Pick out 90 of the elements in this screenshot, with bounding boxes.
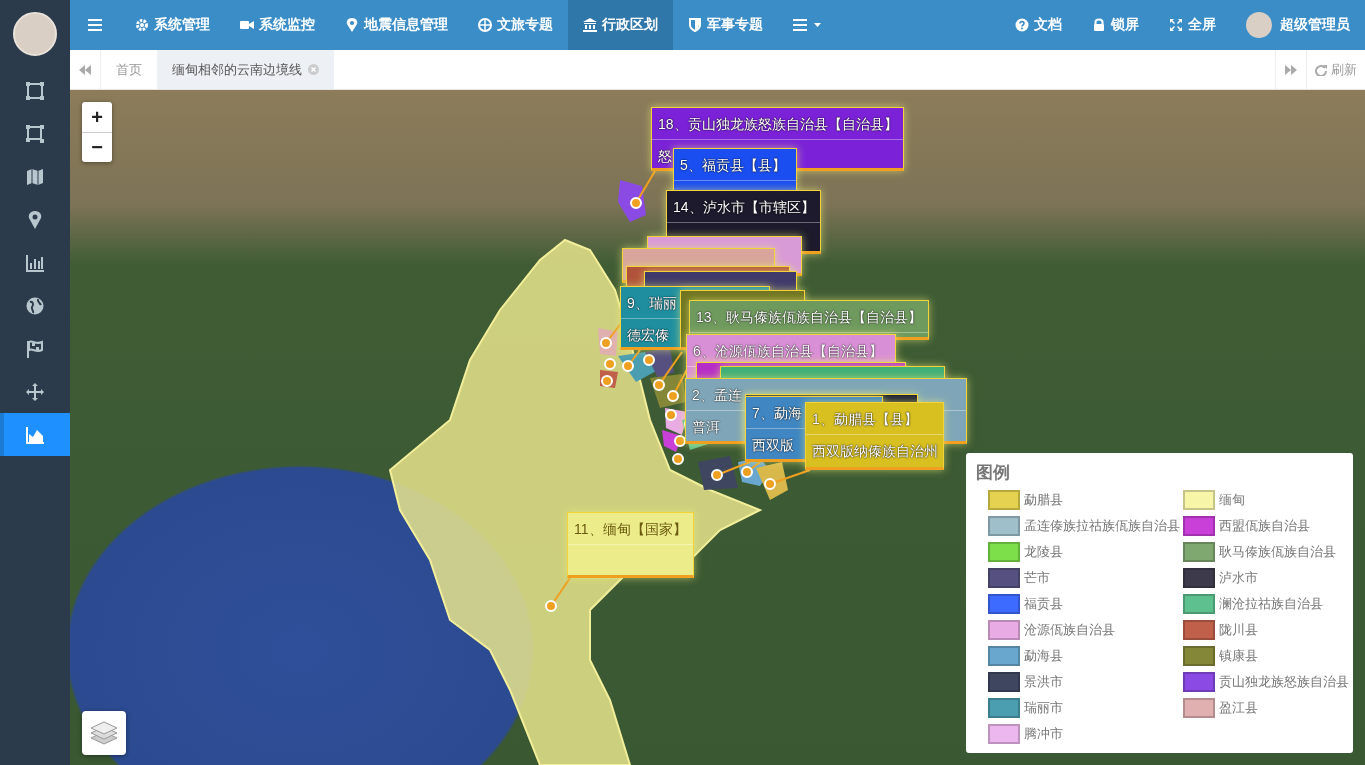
layers-icon	[90, 720, 118, 746]
caret-icon	[814, 23, 821, 27]
globe-icon	[25, 295, 45, 316]
close-icon	[308, 64, 319, 75]
legend-title: 图例	[976, 462, 1011, 484]
header-link[interactable]: 文档	[1000, 0, 1077, 50]
map-marker-icon[interactable]	[600, 337, 612, 349]
popup-subtitle: 普洱	[692, 418, 720, 436]
legend-label: 镇康县	[1219, 647, 1258, 665]
zoom-out-button[interactable]: −	[82, 132, 112, 162]
legend-label: 盈江县	[1219, 699, 1258, 717]
legend-label: 景洪市	[1024, 673, 1063, 691]
user-menu[interactable]: 超级管理员	[1231, 0, 1365, 50]
legend-label: 陇川县	[1219, 621, 1258, 639]
double-right-arrow-icon	[1285, 64, 1297, 75]
legend-label: 贡山独龙族怒族自治县	[1219, 673, 1349, 691]
map-marker-icon[interactable]	[711, 469, 723, 481]
header-link[interactable]: 锁屏	[1077, 0, 1154, 50]
nav-menu-item[interactable]: 系统监控	[225, 0, 330, 50]
avatar[interactable]	[13, 12, 57, 56]
shield-icon	[688, 18, 702, 32]
map-marker-icon[interactable]	[764, 478, 776, 490]
move-arrows-icon	[25, 381, 45, 402]
map-marker-icon[interactable]	[643, 354, 655, 366]
zoom-in-button[interactable]: +	[82, 102, 112, 132]
map-marker-icon[interactable]	[665, 409, 677, 421]
location-pin-icon	[345, 18, 359, 32]
legend-label: 西盟佤族自治县	[1219, 517, 1310, 535]
map-marker-icon[interactable]	[601, 375, 613, 387]
globe-icon	[478, 18, 492, 32]
popup-title: 11、缅甸【国家】	[568, 513, 693, 545]
popup-title: 14、泸水市【市辖区】	[667, 191, 820, 223]
legend-label: 瑞丽市	[1024, 699, 1063, 717]
expand-icon	[1169, 18, 1183, 32]
legend-label: 泸水市	[1219, 569, 1258, 587]
map-marker-icon[interactable]	[667, 390, 679, 402]
page-tab[interactable]: 缅甸相邻的云南边境线	[157, 50, 334, 89]
page-tab[interactable]: 首页	[101, 50, 157, 89]
popup-subtitle: 西双版纳傣族自治州	[812, 442, 938, 460]
popup-title: 5、福贡县【县】	[674, 149, 796, 181]
frame-icon	[25, 80, 45, 101]
legend-label: 腾冲市	[1024, 725, 1063, 743]
video-camera-icon	[240, 18, 254, 32]
nav-menu-item[interactable]: 地震信息管理	[330, 0, 463, 50]
legend-label: 缅甸	[1219, 491, 1245, 509]
map-marker-icon[interactable]	[674, 435, 686, 447]
map-marker-icon[interactable]	[630, 197, 642, 209]
lock-icon	[1092, 18, 1106, 32]
avatar	[1246, 12, 1272, 38]
popup-subtitle: 西双版	[752, 436, 794, 454]
map-marker-icon[interactable]	[653, 379, 665, 391]
popup-subtitle: 德宏傣	[627, 326, 669, 344]
map-marker-icon[interactable]	[604, 358, 616, 370]
flag-icon	[25, 338, 45, 359]
nav-menu-item[interactable]: 系统管理	[120, 0, 225, 50]
layers-button[interactable]	[82, 711, 126, 755]
legend-label: 福贡县	[1024, 595, 1063, 613]
map-marker-icon[interactable]	[545, 600, 557, 612]
legend-label: 孟连傣族拉祜族佤族自治县	[1024, 517, 1180, 535]
help-icon	[1015, 18, 1029, 32]
nav-menu-item[interactable]: 行政区划	[568, 0, 673, 50]
legend-label: 勐海县	[1024, 647, 1063, 665]
map-marker-icon[interactable]	[622, 360, 634, 372]
legend-label: 勐腊县	[1024, 491, 1063, 509]
nav-menu-item[interactable]: 军事专题	[673, 0, 778, 50]
map-marker-icon[interactable]	[741, 466, 753, 478]
nav-menu-item[interactable]: 文旅专题	[463, 0, 568, 50]
bank-icon	[583, 18, 597, 32]
double-left-arrow-icon	[79, 64, 91, 75]
refresh-button[interactable]: 刷新	[1306, 50, 1365, 89]
legend-label: 龙陵县	[1024, 543, 1063, 561]
legend-label: 芒市	[1024, 569, 1050, 587]
map-marker-icon[interactable]	[672, 453, 684, 465]
popup-subtitle: 怒	[658, 147, 672, 165]
list-icon	[793, 19, 809, 31]
legend-label: 澜沧拉祜族自治县	[1219, 595, 1323, 613]
gear-icon	[135, 18, 149, 32]
sidebar-item[interactable]	[0, 413, 70, 456]
bar-chart-icon	[25, 252, 45, 273]
menu-icon	[88, 19, 102, 31]
shape-frame-icon	[25, 123, 45, 144]
legend-label: 耿马傣族佤族自治县	[1219, 543, 1336, 561]
area-chart-icon	[25, 424, 45, 445]
popup-title: 18、贡山独龙族怒族自治县【自治县】	[652, 108, 903, 140]
popup-title: 13、耿马傣族佤族自治县【自治县】	[690, 301, 928, 333]
refresh-icon	[1315, 63, 1327, 76]
map-icon	[25, 166, 45, 187]
popup-title: 1、勐腊县【县】	[806, 403, 943, 435]
legend-label: 沧源佤族自治县	[1024, 621, 1115, 639]
header-link[interactable]: 全屏	[1154, 0, 1231, 50]
